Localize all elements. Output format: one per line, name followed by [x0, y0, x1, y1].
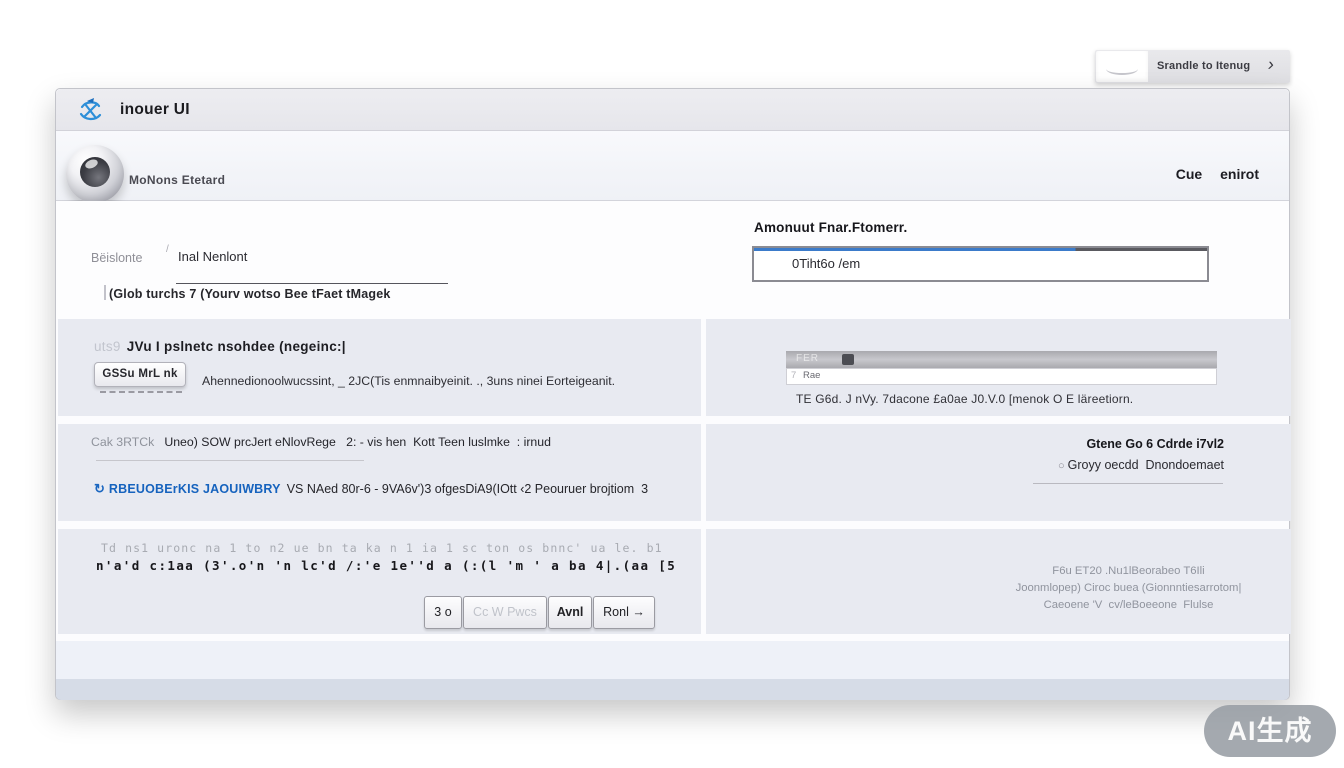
text-caret [104, 285, 106, 300]
rate-input-value: Rae [803, 370, 820, 381]
progress-bar-text: FER [796, 353, 819, 364]
next-button[interactable]: Ronl → [593, 596, 655, 629]
mini-toolbar-label: Srandle to Itenug [1157, 50, 1250, 83]
card-block: Gtene Go 6 Cdrde i7vl2 ○Groyy oecdd Dnon… [894, 437, 1224, 472]
rate-description: TE G6d. J nVy. 7dacone £a0ae J0.V.0 [men… [796, 392, 1133, 406]
name-underline [176, 283, 448, 284]
header-actions: Cue enirot [1162, 166, 1259, 182]
options-description: Ahennedionoolwucssint, _ 2JC(Tis enmnaib… [202, 374, 672, 388]
options-heading-prefix: uts9 [94, 339, 121, 354]
power-orb-button[interactable] [66, 145, 124, 203]
network-line: Cak 3RTCk Uneo) SOW prcJert eNlovRege 2: … [91, 435, 551, 449]
progress-bar: FER [786, 351, 1217, 368]
orb-glyph-icon [80, 157, 110, 187]
header-band [56, 131, 1289, 201]
terms-line-2: n'a'd c:1aa (3'.o'n 'n lc'd /:'e 1e''d a… [96, 558, 676, 573]
footer-info-block: F6u ET20 .Nu1lBeorabeo T6Ili Joonmlopep)… [961, 565, 1296, 616]
app-logo-icon [76, 97, 106, 129]
window-title: inouer UI [120, 89, 190, 131]
network-link[interactable]: RBEUOBErKIS JAOUIWBRY [109, 482, 281, 496]
card-title: Gtene Go 6 Cdrde i7vl2 [894, 437, 1224, 451]
options-heading-text: JVu I pslnetc nsohdee (negeinc:| [127, 339, 346, 354]
footer-info-line-1: F6u ET20 .Nu1lBeorabeo T6Ili [961, 565, 1296, 577]
network-underline [96, 460, 364, 461]
gss-button-dashes [100, 391, 182, 393]
slash-mark-icon: / [166, 244, 169, 255]
ai-watermark: AI生成 [1204, 705, 1336, 757]
network-link-row: ↻ RBEUOBErKIS JAOUIWBRY VS NAed 80r-6 - 9V… [94, 481, 648, 497]
amount-input-value: 0Tiht6o /em [792, 248, 860, 280]
disabled-button[interactable]: Cc W Pwcs [463, 596, 547, 629]
network-line-prefix: Cak 3RTCk [91, 435, 154, 449]
header-action-enirot[interactable]: enirot [1220, 166, 1259, 182]
page-button[interactable]: 3 o [424, 596, 462, 629]
network-line-text: Uneo) SOW prcJert eNlovRege 2: - vis hen… [164, 435, 551, 449]
progress-bar-icon [842, 354, 854, 365]
footer-info-line-3: Caeoene 'V cv/leBoeeone Flulse [961, 599, 1296, 611]
terms-line-1: Td ns1 uronc na 1 to n2 ue bn ta ka n 1 … [101, 541, 666, 555]
footer-info-line-2: Joonmlopep) Ciroc buea (Gionnntiesarroto… [961, 582, 1296, 594]
header-label: MoNons Etetard [129, 173, 225, 187]
bottom-status-bar [56, 679, 1289, 700]
card-underline [1033, 483, 1223, 484]
header-action-cue[interactable]: Cue [1176, 166, 1202, 182]
name-label: Inal Nenlont [178, 249, 247, 264]
mini-toolbar: Srandle to Itenug › [1095, 50, 1290, 83]
rate-input[interactable]: 7 Rae [786, 368, 1217, 385]
name-hint: (Glob turchs 7 (Yourv wotso Bee tFaet tM… [109, 287, 391, 301]
card-option-row[interactable]: ○Groyy oecdd Dnondoemaet [894, 458, 1224, 472]
chevron-right-icon[interactable]: › [1267, 54, 1276, 75]
amount-field-label: Amonuut Fnar.Ftomerr. [754, 220, 907, 235]
rate-input-prefix: 7 [791, 370, 796, 381]
footer-strip [56, 641, 1289, 679]
options-heading: uts9 JVu I pslnetc nsohdee (negeinc:| [94, 339, 346, 354]
refresh-icon: ↻ [94, 481, 105, 496]
amount-input[interactable]: 0Tiht6o /em [752, 246, 1209, 282]
radio-ring-icon: ○ [1058, 460, 1065, 472]
network-link-rest: VS NAed 80r-6 - 9VA6v')3 ofgesDiA9(IOtt … [287, 482, 648, 496]
gss-button[interactable]: GSSu MrL nk [94, 362, 186, 387]
main-window: inouer UI MoNons Etetard Cue enirot Bëis… [55, 88, 1290, 700]
title-bar: inouer UI [56, 89, 1289, 131]
card-subtitle: Groyy oecdd Dnondoemaet [1068, 458, 1224, 472]
name-label-muted: Bëislonte [91, 251, 142, 265]
envelope-button[interactable] [1096, 51, 1148, 82]
avnl-button[interactable]: Avnl [548, 596, 592, 629]
